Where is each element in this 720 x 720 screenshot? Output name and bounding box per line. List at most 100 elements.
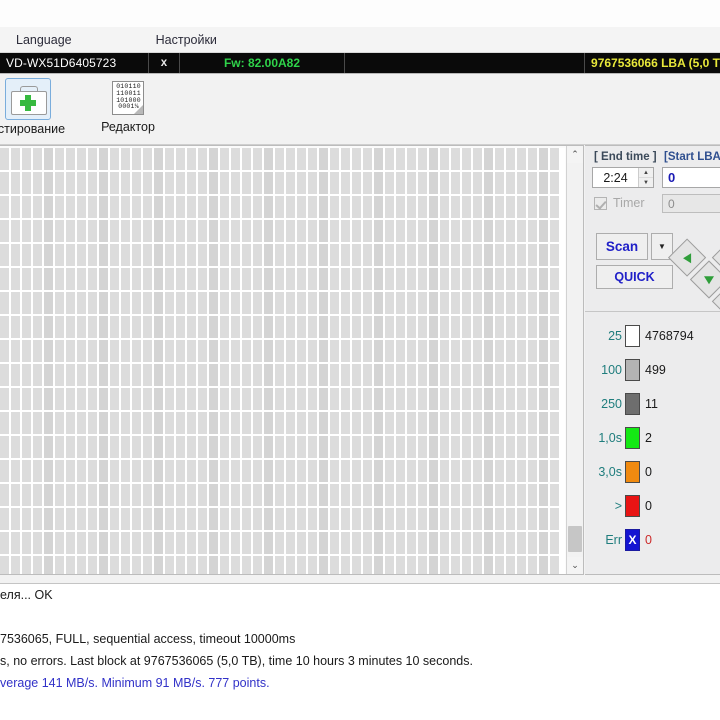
- surface-map-cell[interactable]: [440, 484, 449, 506]
- surface-map-cell[interactable]: [429, 244, 438, 266]
- surface-map-cell[interactable]: [99, 484, 108, 506]
- surface-map-cell[interactable]: [385, 508, 394, 530]
- surface-map-cell[interactable]: [0, 220, 9, 242]
- surface-map-cell[interactable]: [462, 532, 471, 554]
- surface-map-cell[interactable]: [319, 412, 328, 434]
- surface-map-cell[interactable]: [319, 196, 328, 218]
- surface-map-cell[interactable]: [242, 268, 251, 290]
- surface-map-cell[interactable]: [484, 412, 493, 434]
- surface-map-cell[interactable]: [275, 196, 284, 218]
- surface-map-cell[interactable]: [451, 196, 460, 218]
- scan-button[interactable]: Scan: [596, 233, 648, 260]
- surface-map-cell[interactable]: [451, 292, 460, 314]
- surface-map-cell[interactable]: [286, 532, 295, 554]
- surface-map-cell[interactable]: [385, 532, 394, 554]
- surface-map-cell[interactable]: [198, 532, 207, 554]
- surface-map-cell[interactable]: [88, 484, 97, 506]
- surface-map-cell[interactable]: [132, 268, 141, 290]
- surface-map-cell[interactable]: [110, 292, 119, 314]
- surface-map-cell[interactable]: [506, 292, 515, 314]
- toolbar-button-testing[interactable]: естирование: [0, 78, 66, 136]
- surface-map-cell[interactable]: [429, 388, 438, 410]
- surface-map-cell[interactable]: [396, 292, 405, 314]
- surface-map-cell[interactable]: [176, 412, 185, 434]
- surface-map-cell[interactable]: [528, 148, 537, 170]
- surface-map-cell[interactable]: [77, 532, 86, 554]
- surface-map-cell[interactable]: [132, 556, 141, 574]
- end-time-stepper[interactable]: 2:24 ▲ ▼: [592, 167, 654, 188]
- surface-map-cell[interactable]: [517, 292, 526, 314]
- surface-map-cell[interactable]: [99, 364, 108, 386]
- surface-map-cell[interactable]: [418, 484, 427, 506]
- surface-map-cell[interactable]: [55, 244, 64, 266]
- surface-map-cell[interactable]: [99, 292, 108, 314]
- surface-map-cell[interactable]: [231, 220, 240, 242]
- surface-map-cell[interactable]: [363, 508, 372, 530]
- surface-map-cell[interactable]: [528, 460, 537, 482]
- surface-map-cell[interactable]: [242, 220, 251, 242]
- surface-map-cell[interactable]: [407, 532, 416, 554]
- surface-map-cell[interactable]: [154, 388, 163, 410]
- surface-map-cell[interactable]: [506, 532, 515, 554]
- surface-map-cell[interactable]: [363, 340, 372, 362]
- surface-map-cell[interactable]: [352, 340, 361, 362]
- surface-map-cell[interactable]: [385, 268, 394, 290]
- surface-map-cell[interactable]: [539, 196, 548, 218]
- surface-map-cell[interactable]: [484, 532, 493, 554]
- surface-map-cell[interactable]: [165, 220, 174, 242]
- surface-map-cell[interactable]: [33, 460, 42, 482]
- surface-map-cell[interactable]: [242, 532, 251, 554]
- surface-map-cell[interactable]: [341, 340, 350, 362]
- surface-map-cell[interactable]: [385, 412, 394, 434]
- surface-map-cell[interactable]: [462, 220, 471, 242]
- surface-map-cell[interactable]: [264, 244, 273, 266]
- surface-map-cell[interactable]: [253, 460, 262, 482]
- surface-map-cell[interactable]: [539, 508, 548, 530]
- surface-map-cell[interactable]: [44, 340, 53, 362]
- log-panel[interactable]: еля... OK 7536065, FULL, sequential acces…: [0, 583, 720, 720]
- surface-map-cell[interactable]: [440, 148, 449, 170]
- surface-map-cell[interactable]: [132, 388, 141, 410]
- surface-map-cell[interactable]: [352, 508, 361, 530]
- surface-map-cell[interactable]: [88, 388, 97, 410]
- surface-map-cell[interactable]: [275, 556, 284, 574]
- surface-map-cell[interactable]: [319, 556, 328, 574]
- surface-map-cell[interactable]: [143, 244, 152, 266]
- surface-map-cell[interactable]: [385, 148, 394, 170]
- surface-map-cell[interactable]: [550, 388, 559, 410]
- surface-map-cell[interactable]: [77, 172, 86, 194]
- surface-map-cell[interactable]: [297, 244, 306, 266]
- surface-map-cell[interactable]: [495, 268, 504, 290]
- surface-map-cell[interactable]: [165, 148, 174, 170]
- surface-map-cell[interactable]: [264, 484, 273, 506]
- surface-map-cell[interactable]: [550, 268, 559, 290]
- surface-map-cell[interactable]: [22, 220, 31, 242]
- surface-map-cell[interactable]: [341, 532, 350, 554]
- surface-map-cell[interactable]: [77, 460, 86, 482]
- surface-map-cell[interactable]: [165, 340, 174, 362]
- surface-map-cell[interactable]: [132, 148, 141, 170]
- surface-map-cell[interactable]: [341, 508, 350, 530]
- surface-map-cell[interactable]: [330, 460, 339, 482]
- surface-map-cell[interactable]: [121, 556, 130, 574]
- surface-map-cell[interactable]: [363, 364, 372, 386]
- surface-map-cell[interactable]: [517, 316, 526, 338]
- surface-map-cell[interactable]: [154, 556, 163, 574]
- surface-map-cell[interactable]: [385, 388, 394, 410]
- surface-map-cell[interactable]: [77, 220, 86, 242]
- surface-map-cell[interactable]: [550, 172, 559, 194]
- surface-map-cell[interactable]: [44, 436, 53, 458]
- surface-map-cell[interactable]: [44, 412, 53, 434]
- surface-map-cell[interactable]: [363, 316, 372, 338]
- surface-map-cell[interactable]: [11, 436, 20, 458]
- surface-map-cell[interactable]: [352, 436, 361, 458]
- surface-map-cell[interactable]: [517, 388, 526, 410]
- surface-map-cell[interactable]: [66, 388, 75, 410]
- surface-map-cell[interactable]: [297, 340, 306, 362]
- menu-item-settings[interactable]: Настройки: [146, 31, 227, 49]
- surface-map-cell[interactable]: [286, 292, 295, 314]
- scroll-up-icon[interactable]: ⌃: [567, 146, 583, 163]
- surface-map-cell[interactable]: [407, 220, 416, 242]
- surface-map-cell[interactable]: [363, 460, 372, 482]
- surface-map-cell[interactable]: [242, 292, 251, 314]
